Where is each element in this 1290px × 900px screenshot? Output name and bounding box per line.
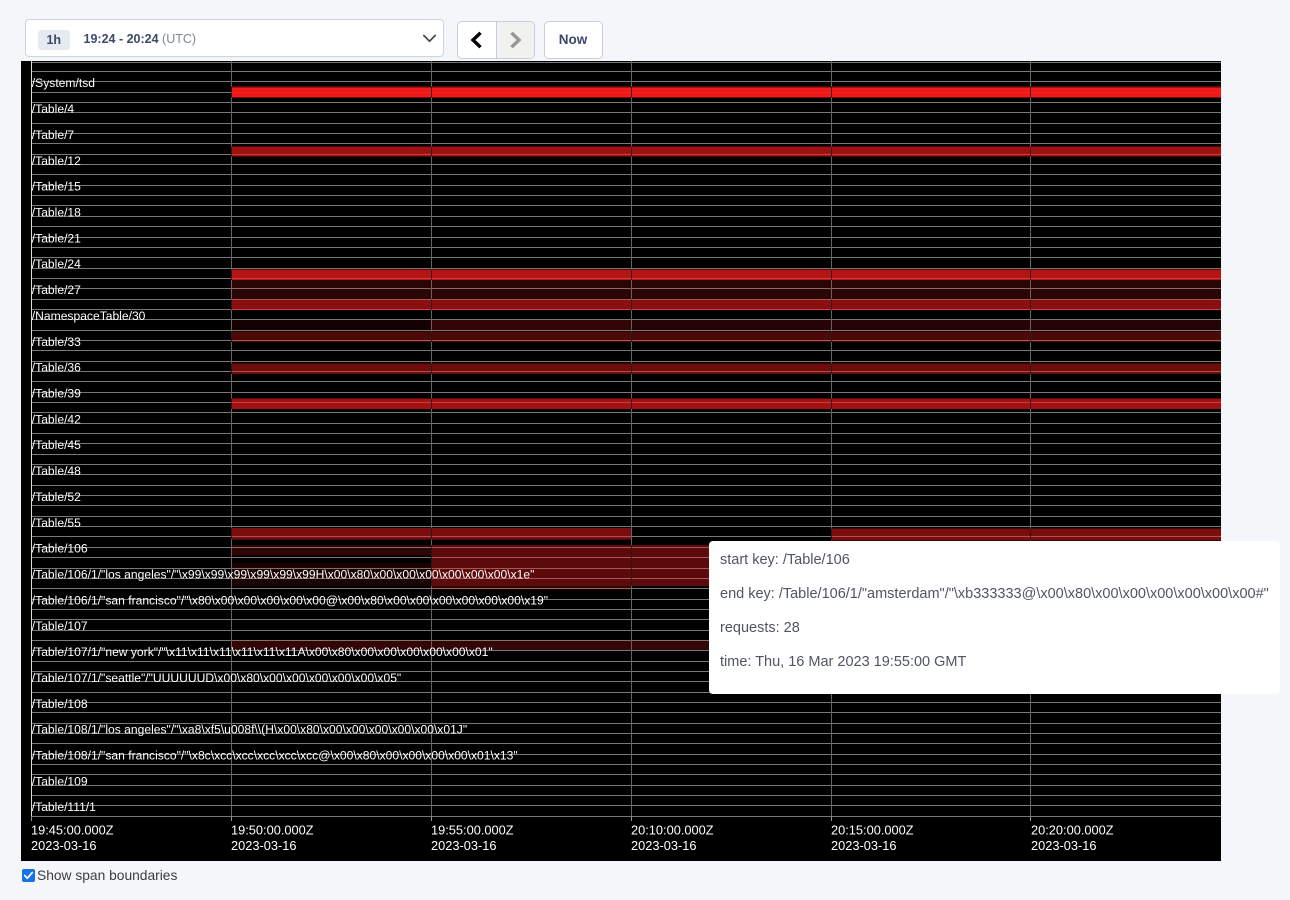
svg-text:/Table/42: /Table/42 bbox=[32, 412, 81, 426]
svg-text:/Table/27: /Table/27 bbox=[32, 283, 81, 297]
svg-text:2023-03-16: 2023-03-16 bbox=[431, 838, 496, 853]
svg-text:/Table/108: /Table/108 bbox=[32, 697, 88, 711]
svg-text:/Table/4: /Table/4 bbox=[32, 102, 75, 116]
svg-text:/Table/7: /Table/7 bbox=[32, 128, 75, 142]
svg-text:2023-03-16: 2023-03-16 bbox=[831, 838, 896, 853]
svg-text:/Table/39: /Table/39 bbox=[32, 387, 81, 401]
svg-text:/Table/106/1/"los angeles"/"\x: /Table/106/1/"los angeles"/"\x99\x99\x99… bbox=[32, 568, 535, 582]
svg-text:/Table/15: /Table/15 bbox=[32, 180, 81, 194]
svg-text:/Table/108/1/"los angeles"/"\x: /Table/108/1/"los angeles"/"\xa8\xf5\u00… bbox=[32, 723, 467, 737]
svg-text:2023-03-16: 2023-03-16 bbox=[631, 838, 696, 853]
svg-text:/Table/52: /Table/52 bbox=[32, 490, 81, 504]
svg-text:19:50:00.000Z: 19:50:00.000Z bbox=[231, 823, 314, 838]
svg-text:/Table/12: /Table/12 bbox=[32, 154, 81, 168]
svg-text:/Table/107/1/"new york"/"\x11\: /Table/107/1/"new york"/"\x11\x11\x11\x1… bbox=[32, 645, 493, 659]
svg-text:20:10:00.000Z: 20:10:00.000Z bbox=[631, 823, 714, 838]
svg-text:/Table/24: /Table/24 bbox=[32, 257, 81, 271]
svg-text:/Table/108/1/"san francisco"/": /Table/108/1/"san francisco"/"\x8c\xcc\x… bbox=[32, 749, 518, 763]
svg-text:/Table/21: /Table/21 bbox=[32, 231, 81, 245]
svg-text:2023-03-16: 2023-03-16 bbox=[1031, 838, 1096, 853]
svg-text:19:45:00.000Z: 19:45:00.000Z bbox=[31, 823, 114, 838]
svg-text:2023-03-16: 2023-03-16 bbox=[31, 838, 96, 853]
svg-text:/Table/106/1/"san francisco"/": /Table/106/1/"san francisco"/"\x80\x00\x… bbox=[32, 593, 548, 607]
svg-text:20:15:00.000Z: 20:15:00.000Z bbox=[831, 823, 914, 838]
svg-text:/Table/36: /Table/36 bbox=[32, 361, 81, 375]
svg-text:/System/tsd: /System/tsd bbox=[32, 76, 95, 90]
svg-text:/Table/45: /Table/45 bbox=[32, 438, 81, 452]
svg-text:/Table/111/1: /Table/111/1 bbox=[32, 800, 96, 814]
svg-text:19:55:00.000Z: 19:55:00.000Z bbox=[431, 823, 514, 838]
svg-text:/Table/18: /Table/18 bbox=[32, 206, 81, 220]
svg-text:/Table/107/1/"seattle"/"UUUUUU: /Table/107/1/"seattle"/"UUUUUUD\x00\x80\… bbox=[32, 671, 401, 685]
svg-text:/Table/33: /Table/33 bbox=[32, 335, 81, 349]
svg-text:2023-03-16: 2023-03-16 bbox=[231, 838, 296, 853]
svg-text:20:20:00.000Z: 20:20:00.000Z bbox=[1031, 823, 1114, 838]
svg-text:/Table/48: /Table/48 bbox=[32, 464, 81, 478]
svg-text:/Table/109: /Table/109 bbox=[32, 774, 88, 788]
svg-text:/Table/55: /Table/55 bbox=[32, 516, 81, 530]
svg-text:/NamespaceTable/30: /NamespaceTable/30 bbox=[32, 309, 146, 323]
svg-text:/Table/106: /Table/106 bbox=[32, 542, 88, 556]
svg-text:/Table/107: /Table/107 bbox=[32, 619, 88, 633]
